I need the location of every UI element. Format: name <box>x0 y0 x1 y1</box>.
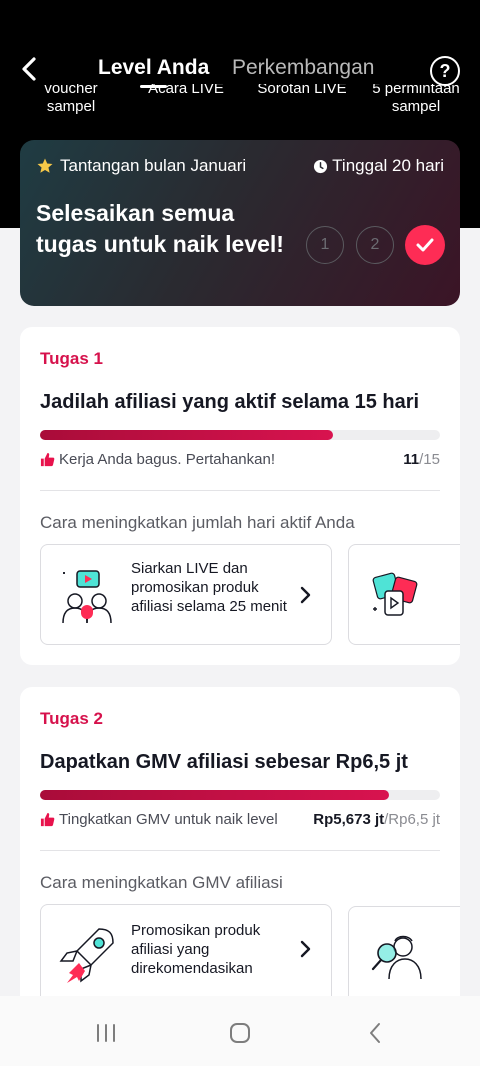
tab-level-anda[interactable]: Level Anda <box>98 56 209 88</box>
reward-line2: sampel <box>46 98 96 115</box>
thumbs-up-icon <box>40 452 55 467</box>
tip-card[interactable]: Siarkan LIVE dan promosikan produk afili… <box>40 544 332 645</box>
reward-list: voucher sampel Acara LIVE Sorotan LIVE 5… <box>0 84 480 124</box>
chevron-right-icon <box>300 940 311 958</box>
tip-text: Promosikan produk afiliasi yang direkome… <box>131 922 261 977</box>
reward-item: voucher sampel <box>40 84 102 116</box>
reward-item: 5 permintaan sampel <box>366 84 466 116</box>
chevron-right-icon <box>300 586 311 604</box>
home-icon <box>230 1023 250 1043</box>
thumbs-up-icon <box>40 812 55 827</box>
challenge-card: Tantangan bulan Januari Tinggal 20 hari … <box>20 140 460 306</box>
live-broadcast-illustration <box>62 570 112 624</box>
progress-note: Kerja Anda bagus. Pertahankan! <box>40 451 275 468</box>
task-card: Tugas 1 Jadilah afiliasi yang aktif sela… <box>20 327 460 665</box>
reward-line1: Acara LIVE <box>148 84 224 97</box>
progress-bar <box>40 790 440 800</box>
progress-fill <box>40 790 390 800</box>
how-to-label: Cara meningkatkan jumlah hari aktif Anda <box>40 513 355 532</box>
task-card: Tugas 2 Dapatkan GMV afiliasi sebesar Rp… <box>20 687 460 1027</box>
count-current: 11 <box>403 451 420 468</box>
tab-perkembangan[interactable]: Perkembangan <box>232 56 374 80</box>
clock-icon <box>314 159 328 173</box>
how-to-label: Cara meningkatkan GMV afiliasi <box>40 873 283 892</box>
count-current: Rp5,673 jt <box>313 811 385 828</box>
help-icon: ? <box>439 60 451 81</box>
system-back-button[interactable] <box>360 1020 390 1046</box>
progress-count: Rp5,673 jt/Rp6,5 jt <box>313 811 440 828</box>
challenge-title: Selesaikan semua tugas untuk naik level! <box>36 200 284 257</box>
progress-bar <box>40 430 440 440</box>
task-label: Tugas 2 <box>40 709 103 728</box>
person-magnifier-illustration <box>371 935 422 980</box>
reward-line1: Sorotan LIVE <box>257 84 347 97</box>
step-2: 2 <box>356 226 394 264</box>
step-complete <box>405 225 445 265</box>
video-cards-illustration <box>372 572 418 616</box>
checkmark-icon <box>416 238 434 252</box>
reward-line1: voucher <box>44 84 98 97</box>
chevron-left-icon <box>370 1023 380 1043</box>
divider <box>40 850 440 851</box>
challenge-month-label: Tantangan bulan Januari <box>60 156 247 175</box>
count-total: /Rp6,5 jt <box>384 811 440 828</box>
challenge-remaining: Tinggal 20 hari <box>313 156 444 176</box>
progress-note: Tingkatkan GMV untuk naik level <box>40 811 278 828</box>
tip-card-next[interactable] <box>348 544 460 645</box>
task-title: Jadilah afiliasi yang aktif selama 15 ha… <box>40 391 420 413</box>
progress-count: 11/15 <box>403 451 440 468</box>
back-button[interactable] <box>14 54 44 84</box>
system-navigation-bar <box>0 996 480 1066</box>
recent-apps-icon <box>97 1024 115 1042</box>
task-label: Tugas 1 <box>40 349 103 368</box>
divider <box>40 490 440 491</box>
count-total: /15 <box>419 451 440 468</box>
challenge-month: Tantangan bulan Januari <box>36 156 246 176</box>
step-1: 1 <box>306 226 344 264</box>
home-button[interactable] <box>225 1020 255 1046</box>
progress-fill <box>40 430 334 440</box>
tip-text: Siarkan LIVE dan promosikan produk afili… <box>131 560 287 615</box>
reward-line2: sampel <box>391 98 441 115</box>
rocket-illustration <box>59 928 114 983</box>
progress-note-text: Kerja Anda bagus. Pertahankan! <box>59 451 275 468</box>
task-title: Dapatkan GMV afiliasi sebesar Rp6,5 jt <box>40 751 408 773</box>
progress-note-text: Tingkatkan GMV untuk naik level <box>59 811 278 828</box>
reward-item: Sorotan LIVE <box>254 84 350 98</box>
reward-line1: 5 permintaan <box>372 84 460 97</box>
reward-item: Acara LIVE <box>146 84 226 98</box>
help-button[interactable]: ? <box>430 56 460 86</box>
chevron-left-icon <box>22 57 36 81</box>
remaining-days: Tinggal 20 hari <box>332 156 444 175</box>
star-icon <box>37 158 53 173</box>
recent-apps-button[interactable] <box>91 1020 121 1046</box>
